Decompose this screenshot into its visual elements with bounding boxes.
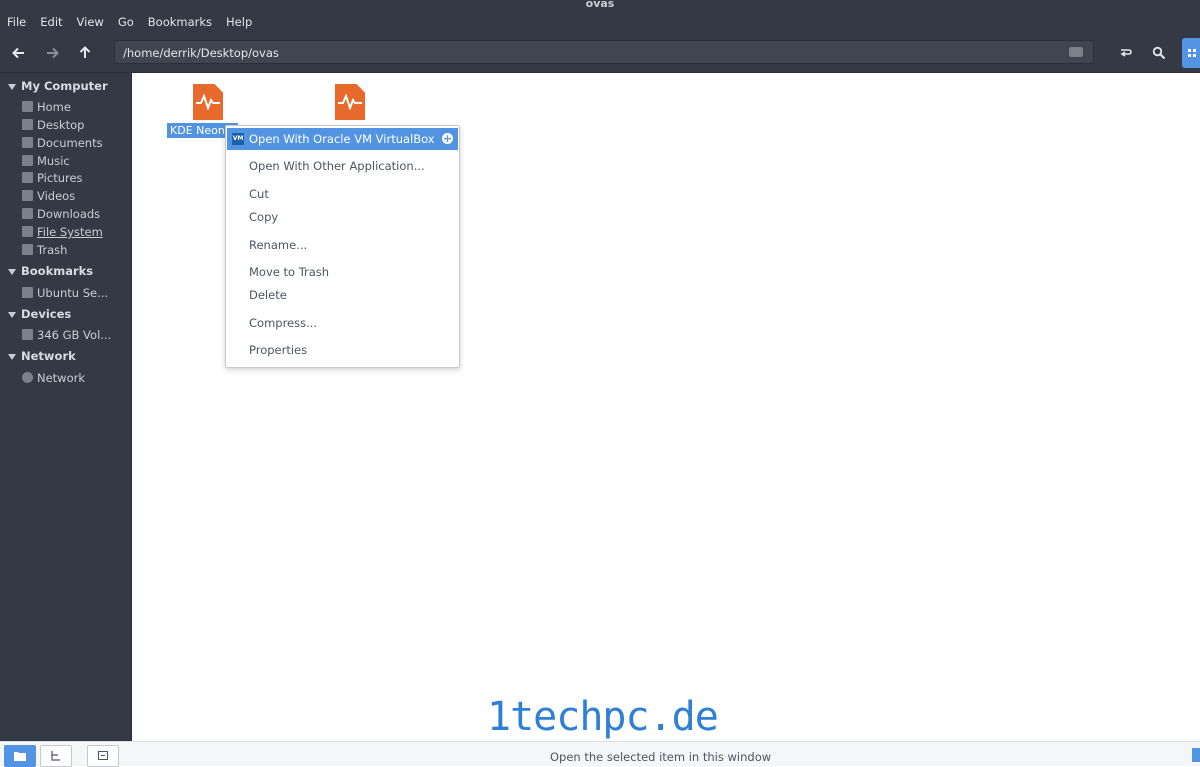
menu-go[interactable]: Go	[118, 15, 134, 29]
music-icon	[22, 155, 33, 166]
back-button[interactable]	[6, 41, 32, 65]
sidebar-toggle-icon	[98, 751, 108, 760]
location-path: /home/derrik/Desktop/ovas	[123, 46, 279, 60]
drive-icon	[22, 226, 33, 237]
documents-icon	[22, 137, 33, 148]
sidebar-item-downloads[interactable]: Downloads	[22, 207, 100, 221]
menu-bar: File Edit View Go Bookmarks Help	[0, 10, 1200, 34]
toggle-location-button[interactable]	[1113, 41, 1139, 65]
downloads-icon	[22, 208, 33, 219]
ova-file-icon[interactable]	[193, 84, 223, 120]
forward-button[interactable]	[39, 41, 65, 65]
drive-icon	[22, 329, 33, 340]
menu-rename[interactable]: Rename...	[249, 238, 307, 252]
pictures-icon	[22, 172, 33, 183]
location-bar[interactable]: /home/derrik/Desktop/ovas	[114, 40, 1094, 64]
show-treeview-button[interactable]	[40, 745, 72, 767]
menu-move-to-trash[interactable]: Move to Trash	[249, 265, 329, 279]
desktop-icon	[22, 119, 33, 130]
menu-properties[interactable]: Properties	[249, 343, 307, 357]
menu-bookmarks[interactable]: Bookmarks	[148, 15, 212, 29]
back-arrow-icon	[12, 47, 24, 59]
sidebar-section-network[interactable]: Network	[8, 349, 76, 363]
sidebar-item-file-system[interactable]: File System	[22, 225, 103, 239]
sidebar: My Computer Home Desktop Documents Music…	[0, 73, 132, 741]
network-folder-icon	[22, 287, 33, 298]
menu-compress[interactable]: Compress...	[249, 316, 317, 330]
waveform-icon	[196, 94, 220, 110]
status-text: Open the selected item in this window	[550, 750, 772, 764]
sidebar-item-network[interactable]: Network	[22, 371, 85, 385]
clear-location-icon[interactable]	[1069, 47, 1083, 57]
sidebar-section-bookmarks[interactable]: Bookmarks	[8, 264, 93, 278]
menu-view[interactable]: View	[77, 15, 104, 29]
sidebar-item-trash[interactable]: Trash	[22, 243, 67, 257]
show-places-button[interactable]	[4, 745, 36, 767]
search-icon	[1152, 46, 1166, 60]
tree-icon	[51, 751, 60, 761]
home-icon	[22, 101, 33, 112]
virtualbox-icon: VM	[232, 133, 244, 145]
expander-icon	[8, 353, 16, 360]
menu-delete[interactable]: Delete	[249, 288, 287, 302]
sidebar-item-videos[interactable]: Videos	[22, 189, 75, 203]
ova-file-icon[interactable]	[335, 84, 365, 120]
sidebar-section-my-computer[interactable]: My Computer	[8, 79, 108, 93]
sidebar-item-pictures[interactable]: Pictures	[22, 171, 83, 185]
sidebar-section-devices[interactable]: Devices	[8, 307, 71, 321]
expander-icon	[8, 311, 16, 318]
sidebar-item-documents[interactable]: Documents	[22, 136, 103, 150]
menu-open-with-other[interactable]: Open With Other Application...	[249, 159, 425, 173]
folder-icon	[14, 752, 26, 761]
menu-file[interactable]: File	[7, 15, 26, 29]
globe-icon	[22, 372, 33, 383]
expander-icon	[8, 83, 16, 90]
expander-icon	[8, 268, 16, 275]
add-icon: +	[442, 132, 453, 145]
videos-icon	[22, 190, 33, 201]
menu-edit[interactable]: Edit	[40, 15, 62, 29]
sidebar-item-desktop[interactable]: Desktop	[22, 118, 84, 132]
zoom-slider-handle[interactable]	[1192, 748, 1200, 762]
up-arrow-icon	[79, 46, 91, 58]
hide-sidebar-button[interactable]	[87, 745, 119, 767]
toolbar: /home/derrik/Desktop/ovas	[0, 34, 1200, 73]
watermark: 1techpc.de	[487, 694, 719, 740]
window-title: ovas	[0, 0, 1200, 10]
menu-open-with-virtualbox[interactable]: VM Open With Oracle VM VirtualBox +	[227, 128, 458, 150]
grid-view-icon	[1188, 49, 1196, 57]
toggle-location-icon	[1120, 49, 1132, 57]
sidebar-item-volume[interactable]: 346 GB Vol...	[22, 328, 111, 342]
status-bar: Open the selected item in this window	[0, 741, 1200, 767]
menu-copy[interactable]: Copy	[249, 210, 278, 224]
up-button[interactable]	[72, 41, 98, 65]
sidebar-item-music[interactable]: Music	[22, 154, 70, 168]
trash-icon	[22, 244, 33, 255]
forward-arrow-icon	[47, 47, 59, 59]
sidebar-item-home[interactable]: Home	[22, 100, 71, 114]
sidebar-item-bookmark[interactable]: Ubuntu Se...	[22, 286, 108, 300]
menu-help[interactable]: Help	[226, 15, 252, 29]
menu-cut[interactable]: Cut	[249, 187, 269, 201]
icon-view-button[interactable]	[1182, 38, 1200, 68]
context-menu: VM Open With Oracle VM VirtualBox + Open…	[225, 125, 460, 368]
search-button[interactable]	[1146, 41, 1172, 65]
waveform-icon	[338, 94, 362, 110]
